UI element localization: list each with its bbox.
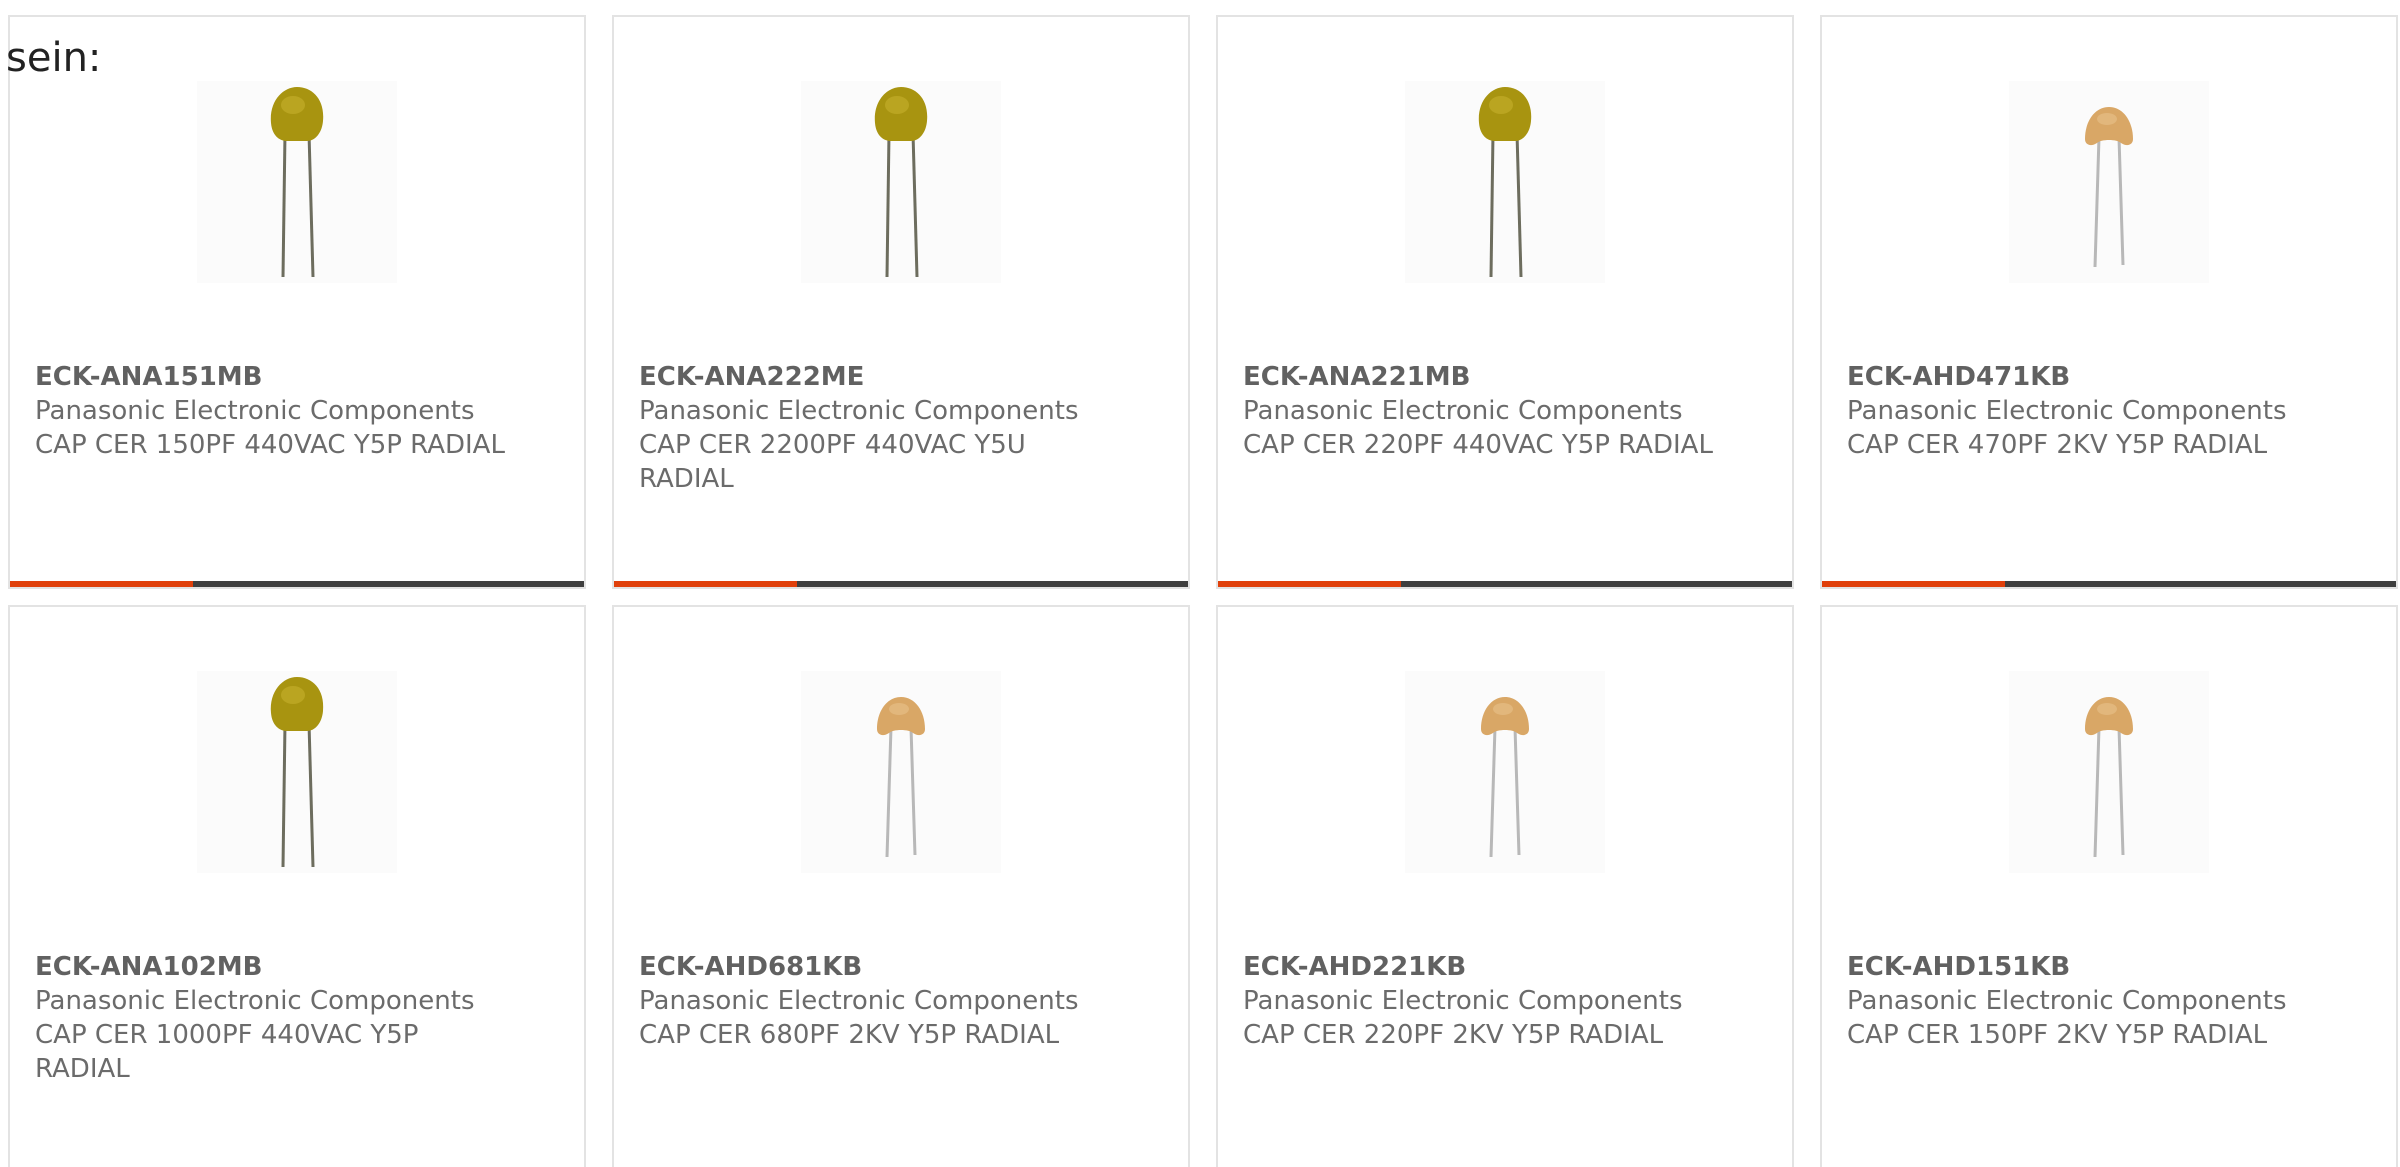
product-image[interactable] — [1405, 671, 1605, 873]
manufacturer-label: Panasonic Electronic Components — [1847, 396, 2287, 426]
product-image[interactable] — [801, 671, 1001, 873]
manufacturer-label: Panasonic Electronic Components — [1243, 396, 1683, 426]
product-info: ECK-AHD471KB Panasonic Electronic Compon… — [1847, 360, 2317, 462]
capacitor-tan-icon — [2085, 697, 2133, 858]
product-info: ECK-AHD221KB Panasonic Electronic Compon… — [1243, 950, 1713, 1052]
part-number-link[interactable]: ECK-ANA151MB — [35, 360, 505, 394]
description-label: CAP CER 220PF 440VAC Y5P RADIAL — [1243, 430, 1713, 460]
product-card[interactable]: ECK-AHD221KB Panasonic Electronic Compon… — [1216, 605, 1794, 1167]
progress-fill — [1218, 581, 1401, 587]
description-label: CAP CER 680PF 2KV Y5P RADIAL — [639, 1020, 1060, 1050]
product-image[interactable] — [2009, 671, 2209, 873]
product-image[interactable] — [801, 81, 1001, 283]
capacitor-tan-icon — [2085, 107, 2133, 268]
product-listing-page: sein: ECK-ANA151MB Panasonic Electronic … — [0, 0, 2400, 1167]
product-card[interactable]: ECK-AHD681KB Panasonic Electronic Compon… — [612, 605, 1190, 1167]
loading-progress-bar — [10, 581, 584, 587]
product-info: ECK-AHD151KB Panasonic Electronic Compon… — [1847, 950, 2317, 1052]
loading-progress-bar — [614, 581, 1188, 587]
part-number-link[interactable]: ECK-AHD151KB — [1847, 950, 2317, 984]
product-image[interactable] — [2009, 81, 2209, 283]
product-info: ECK-ANA221MB Panasonic Electronic Compon… — [1243, 360, 1713, 462]
progress-fill — [614, 581, 797, 587]
description-label: CAP CER 1000PF 440VAC Y5P RADIAL — [35, 1020, 419, 1084]
description-label: CAP CER 470PF 2KV Y5P RADIAL — [1847, 430, 2268, 460]
part-number-link[interactable]: ECK-ANA222ME — [639, 360, 1109, 394]
capacitor-tan-icon — [1481, 697, 1529, 858]
manufacturer-label: Panasonic Electronic Components — [639, 396, 1079, 426]
product-card[interactable]: ECK-AHD151KB Panasonic Electronic Compon… — [1820, 605, 2398, 1167]
capacitor-olive-icon — [270, 677, 324, 868]
description-label: CAP CER 150PF 440VAC Y5P RADIAL — [35, 430, 505, 460]
manufacturer-label: Panasonic Electronic Components — [35, 396, 475, 426]
description-label: CAP CER 150PF 2KV Y5P RADIAL — [1847, 1020, 2268, 1050]
capacitor-tan-icon — [877, 697, 925, 858]
part-number-link[interactable]: ECK-AHD221KB — [1243, 950, 1713, 984]
description-label: CAP CER 2200PF 440VAC Y5U RADIAL — [639, 430, 1026, 494]
description-label: CAP CER 220PF 2KV Y5P RADIAL — [1243, 1020, 1664, 1050]
manufacturer-label: Panasonic Electronic Components — [1847, 986, 2287, 1016]
progress-fill — [10, 581, 193, 587]
loading-progress-bar — [1218, 581, 1792, 587]
part-number-link[interactable]: ECK-AHD681KB — [639, 950, 1109, 984]
product-card[interactable]: ECK-ANA221MB Panasonic Electronic Compon… — [1216, 15, 1794, 589]
manufacturer-label: Panasonic Electronic Components — [35, 986, 475, 1016]
part-number-link[interactable]: ECK-ANA221MB — [1243, 360, 1713, 394]
product-card[interactable]: ECK-AHD471KB Panasonic Electronic Compon… — [1820, 15, 2398, 589]
product-image[interactable] — [197, 671, 397, 873]
capacitor-olive-icon — [1478, 87, 1532, 278]
product-card[interactable]: ECK-ANA222ME Panasonic Electronic Compon… — [612, 15, 1190, 589]
capacitor-olive-icon — [270, 87, 324, 278]
product-info: ECK-ANA222ME Panasonic Electronic Compon… — [639, 360, 1109, 496]
intro-text: sein: — [6, 35, 102, 81]
product-image[interactable] — [1405, 81, 1605, 283]
part-number-link[interactable]: ECK-AHD471KB — [1847, 360, 2317, 394]
manufacturer-label: Panasonic Electronic Components — [1243, 986, 1683, 1016]
capacitor-olive-icon — [874, 87, 928, 278]
product-info: ECK-AHD681KB Panasonic Electronic Compon… — [639, 950, 1109, 1052]
product-card[interactable]: ECK-ANA151MB Panasonic Electronic Compon… — [8, 15, 586, 589]
product-info: ECK-ANA151MB Panasonic Electronic Compon… — [35, 360, 505, 462]
product-grid: ECK-ANA151MB Panasonic Electronic Compon… — [8, 15, 2398, 1167]
progress-fill — [1822, 581, 2005, 587]
product-card[interactable]: ECK-ANA102MB Panasonic Electronic Compon… — [8, 605, 586, 1167]
manufacturer-label: Panasonic Electronic Components — [639, 986, 1079, 1016]
loading-progress-bar — [1822, 581, 2396, 587]
product-image[interactable] — [197, 81, 397, 283]
product-info: ECK-ANA102MB Panasonic Electronic Compon… — [35, 950, 505, 1086]
part-number-link[interactable]: ECK-ANA102MB — [35, 950, 505, 984]
